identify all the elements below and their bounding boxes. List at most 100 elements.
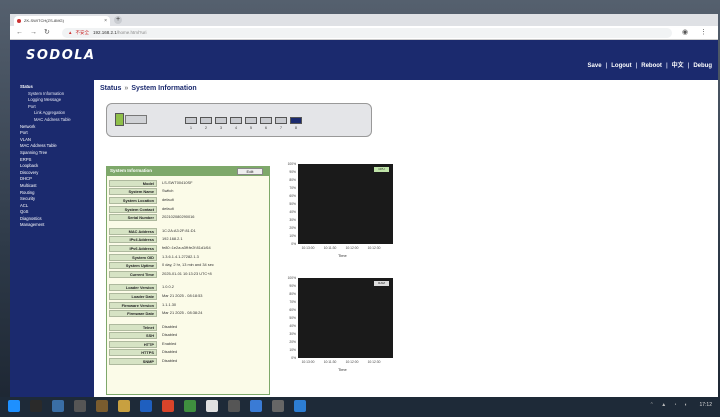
start-icon[interactable] [8,400,20,412]
reload-button[interactable]: ↻ [44,28,50,38]
port-5-icon[interactable] [245,117,257,124]
app-icon[interactable] [294,400,306,412]
nav-3[interactable]: 中文 [672,63,684,69]
brand-logo: SODOLA [26,48,96,63]
port-8-icon[interactable] [290,117,302,124]
nav-0[interactable]: Save [588,63,602,69]
chrome-icon[interactable] [162,400,174,412]
sidebar-item-5[interactable]: MAC Address Table [20,117,94,124]
sidebar-item-17[interactable]: Security [20,196,94,203]
y-tick-label: 10% [289,234,296,238]
port-7-icon[interactable] [275,117,287,124]
folder-icon[interactable] [118,400,130,412]
screen-frame: ZK-SWITCH(ZS-8MG) × + ← → ↻ ▲ 不安全 192.168.… [0,0,720,417]
sidebar-item-18[interactable]: ACL [20,203,94,210]
close-tab-icon[interactable]: × [104,16,107,26]
back-button[interactable]: ← [16,28,23,38]
sidebar-item-14[interactable]: DHCP [20,176,94,183]
sidebar-item-16[interactable]: Routing [20,190,94,197]
store-icon[interactable] [140,400,152,412]
info-row: HTTPS Disabled [107,349,269,358]
info-value: default [162,205,174,211]
info-row: SSH Disabled [107,332,269,341]
sidebar-item-6[interactable]: Network [20,124,94,131]
system-tray[interactable]: ⌃ ▲ ◔ ◖ [650,402,690,408]
warning-icon: ▲ [68,30,73,35]
info-key: HTTPS [109,349,157,357]
sidebar-item-20[interactable]: Diagnostics [20,216,94,223]
chart-plot-area: CPU [298,164,393,244]
y-tick-label: 70% [289,186,296,190]
sidebar-item-3[interactable]: Port [20,104,94,111]
sidebar-item-13[interactable]: Discovery [20,170,94,177]
port-3-icon[interactable] [215,117,227,124]
sidebar-item-0[interactable]: Status [20,84,94,91]
sidebar-item-8[interactable]: VLAN [20,137,94,144]
app-icon[interactable] [206,400,218,412]
info-value: Disabled [162,349,178,355]
port-4-icon[interactable] [230,117,242,124]
app-icon[interactable] [272,400,284,412]
url-field[interactable]: ▲ 不安全 192.168.2.1/home.html?uri [62,28,672,38]
info-value: Mar 21 2025 - 08:38:24 [162,310,203,316]
edit-button[interactable]: Edit [237,168,263,175]
sidebar-item-1[interactable]: System Information [20,91,94,98]
port-6-icon[interactable] [260,117,272,124]
app-icon[interactable] [184,400,196,412]
file-explorer-icon[interactable] [96,400,108,412]
taskbar-clock: 17:12 [699,402,712,408]
device-front-panel: 1 2 3 4 5 6 7 8 [106,103,372,137]
y-tick-label: 20% [289,340,296,344]
sidebar-item-2[interactable]: Logging Message [20,97,94,104]
y-tick-label: 50% [289,316,296,320]
profile-icon[interactable]: ◉ [682,28,688,38]
task-view-icon[interactable] [52,400,64,412]
info-key: SSH [109,332,157,340]
nav-1[interactable]: Logout [611,63,631,69]
sidebar-item-4[interactable]: Link Aggregation [20,110,94,117]
sidebar-item-10[interactable]: Spanning Tree [20,150,94,157]
breadcrumb-separator: » [124,85,129,92]
switch-web-ui: SODOLA Save | Logout | Reboot | 中文 | Debug Statu… [10,40,718,397]
app-icon[interactable] [74,400,86,412]
app-icon[interactable] [250,400,262,412]
info-row: Firmware Version 1.1.1.30 [107,301,269,310]
port-2-icon[interactable] [200,117,212,124]
info-key: Current Time [109,270,157,278]
info-row: Serial Number 202102080290016 [107,213,269,222]
sidebar-item-21[interactable]: Management [20,222,94,229]
info-row: IPv4 Address 192.168.2.1 [107,236,269,245]
nav-2[interactable]: Reboot [641,63,662,69]
tab-title: ZK-SWITCH(ZS-8MG) [24,18,64,23]
x-tick-label: 10:12:00 [345,360,359,364]
sidebar-item-9[interactable]: MAC Address Table [20,143,94,150]
app-icon[interactable] [228,400,240,412]
nav-separator: | [665,63,668,69]
info-key: System Contact [109,205,157,213]
sidebar-item-19[interactable]: QoS [20,209,94,216]
info-key: IPv4 Address [109,236,157,244]
y-tick-label: 20% [289,226,296,230]
nav-4[interactable]: Debug [693,63,712,69]
port-1-icon[interactable] [185,117,197,124]
sidebar-item-11[interactable]: ERPS [20,157,94,164]
url-path: /home.html?uri [116,30,147,35]
browser-tab[interactable]: ZK-SWITCH(ZS-8MG) × [14,16,110,26]
sidebar-item-7[interactable]: Port [20,130,94,137]
info-key: Loader Date [109,292,157,300]
info-row: Firmware Date Mar 21 2025 - 08:38:24 [107,309,269,318]
chart-legend: CPU [374,167,389,172]
x-tick-label: 10:13:00 [301,360,315,364]
menu-icon[interactable]: ⋮ [700,28,707,38]
breadcrumb-section[interactable]: Status [100,85,121,92]
forward-button[interactable]: → [30,28,37,38]
search-icon[interactable] [30,400,42,412]
sidebar-item-15[interactable]: Multicast [20,183,94,190]
y-tick-label: 10% [289,348,296,352]
sidebar-item-12[interactable]: Loopback [20,163,94,170]
port-number: 7 [280,126,282,130]
new-tab-button[interactable]: + [114,16,122,24]
info-row: MAC Address 1C:2A:A3:2F:81:D1 [107,227,269,236]
info-row: System Location default [107,196,269,205]
y-tick-label: 0% [291,356,296,360]
